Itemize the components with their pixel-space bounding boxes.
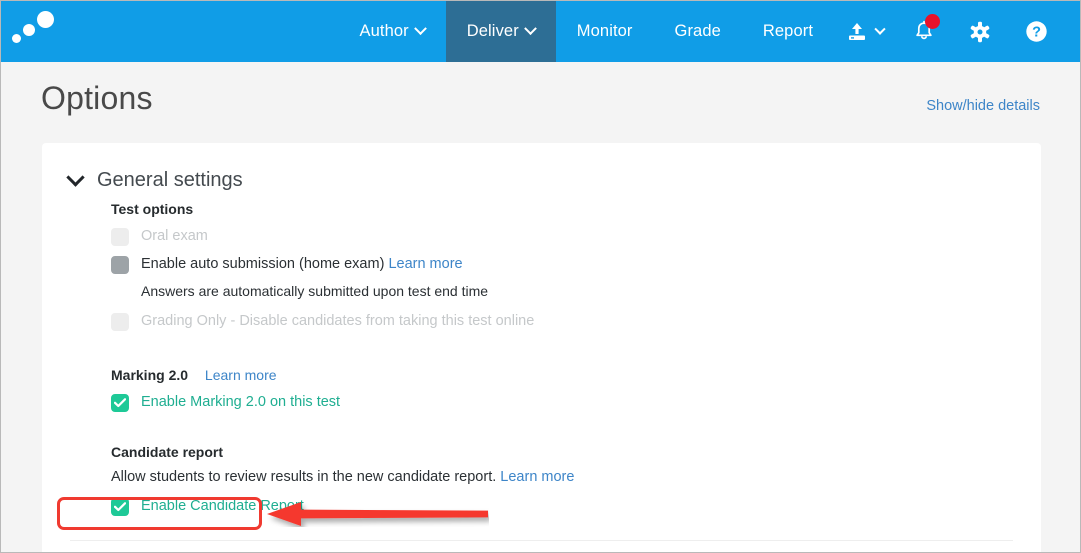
checkbox-label: Enable Marking 2.0 on this test — [141, 394, 341, 410]
notifications-icon[interactable] — [896, 1, 952, 62]
learn-more-link-candidate-report[interactable]: Learn more — [500, 469, 574, 485]
checkbox-row-oral-exam[interactable]: Oral exam — [111, 226, 1041, 250]
nav-item-label: Grade — [674, 22, 721, 40]
checkbox-label: Enable Candidate Report — [141, 498, 304, 514]
checkbox-grading-only[interactable] — [111, 313, 129, 331]
top-navigation-bar: Author Deliver Monitor Grade Report ? — [1, 1, 1080, 62]
checkbox-label-group: Enable auto submission (home exam) Learn… — [141, 254, 463, 274]
checkbox-row-enable-marking[interactable]: Enable Marking 2.0 on this test — [111, 392, 1041, 416]
card-header-title: General settings — [97, 168, 243, 191]
show-hide-details-link[interactable]: Show/hide details — [926, 98, 1040, 114]
nav-item-grade[interactable]: Grade — [654, 1, 742, 62]
section-title-marking-text: Marking 2.0 — [111, 367, 189, 383]
chevron-down-icon[interactable] — [66, 167, 85, 187]
nav-item-deliver[interactable]: Deliver — [445, 1, 556, 62]
help-icon[interactable]: ? — [1008, 1, 1064, 62]
candidate-report-description: Allow students to review results in the … — [111, 469, 497, 485]
chevron-down-icon — [523, 22, 537, 36]
nav-item-author[interactable]: Author — [339, 1, 446, 62]
svg-text:?: ? — [1032, 25, 1041, 41]
page-title: Options — [41, 80, 153, 116]
checkbox-row-grading-only[interactable]: Grading Only - Disable candidates from t… — [111, 311, 1041, 335]
chevron-down-icon — [874, 23, 886, 35]
checkbox-enable-candidate-report[interactable] — [111, 498, 129, 516]
section-title-test-options: Test options — [111, 201, 194, 217]
help-text-auto-submission: Answers are automatically submitted upon… — [141, 283, 489, 299]
checkbox-oral-exam[interactable] — [111, 228, 129, 246]
checkbox-row-auto-submission[interactable]: Enable auto submission (home exam) Learn… — [111, 254, 1041, 278]
learn-more-link-marking[interactable]: Learn more — [205, 367, 277, 383]
logo-dot-large — [37, 11, 54, 28]
settings-gear-icon[interactable] — [952, 1, 1008, 62]
nav-item-report[interactable]: Report — [742, 1, 834, 62]
card-bottom-divider — [70, 540, 1013, 541]
general-settings-card: General settings Test options Oral exam … — [42, 143, 1041, 552]
section-title-marking: Marking 2.0 Learn more — [111, 367, 1041, 383]
page-header: Options Show/hide details — [1, 62, 1080, 142]
nav-item-label: Author — [359, 22, 409, 40]
logo-dot-medium — [23, 24, 35, 36]
checkbox-enable-marking[interactable] — [111, 394, 129, 412]
checkbox-row-enable-candidate-report[interactable]: Enable Candidate Report — [111, 496, 1041, 520]
general-settings-header[interactable]: General settings — [42, 143, 1041, 201]
section-title-candidate-report: Candidate report — [111, 444, 224, 460]
notification-badge — [925, 14, 940, 29]
page-content: Options Show/hide details General settin… — [1, 62, 1080, 552]
checkbox-auto-submission[interactable] — [111, 256, 129, 274]
nav-item-label: Report — [762, 22, 813, 40]
app-logo[interactable] — [1, 1, 63, 62]
application-window: Author Deliver Monitor Grade Report ? Op… — [0, 0, 1081, 553]
card-body: Test options Oral exam Enable auto submi… — [42, 201, 1041, 520]
checkbox-label: Enable auto submission (home exam) — [141, 256, 385, 272]
candidate-report-description-group: Allow students to review results in the … — [111, 469, 1041, 485]
nav-item-label: Monitor — [576, 22, 633, 40]
nav-items: Author Deliver Monitor Grade Report — [339, 1, 834, 62]
chevron-down-icon — [413, 22, 427, 36]
learn-more-link-auto-submission[interactable]: Learn more — [388, 256, 462, 272]
checkbox-label: Oral exam — [141, 228, 208, 244]
nav-item-monitor[interactable]: Monitor — [556, 1, 654, 62]
upload-icon[interactable] — [834, 1, 896, 62]
logo-dot-small — [12, 34, 21, 43]
checkbox-label: Grading Only - Disable candidates from t… — [141, 313, 535, 329]
nav-right-icons: ? — [834, 1, 1080, 62]
nav-item-label: Deliver — [466, 22, 519, 40]
